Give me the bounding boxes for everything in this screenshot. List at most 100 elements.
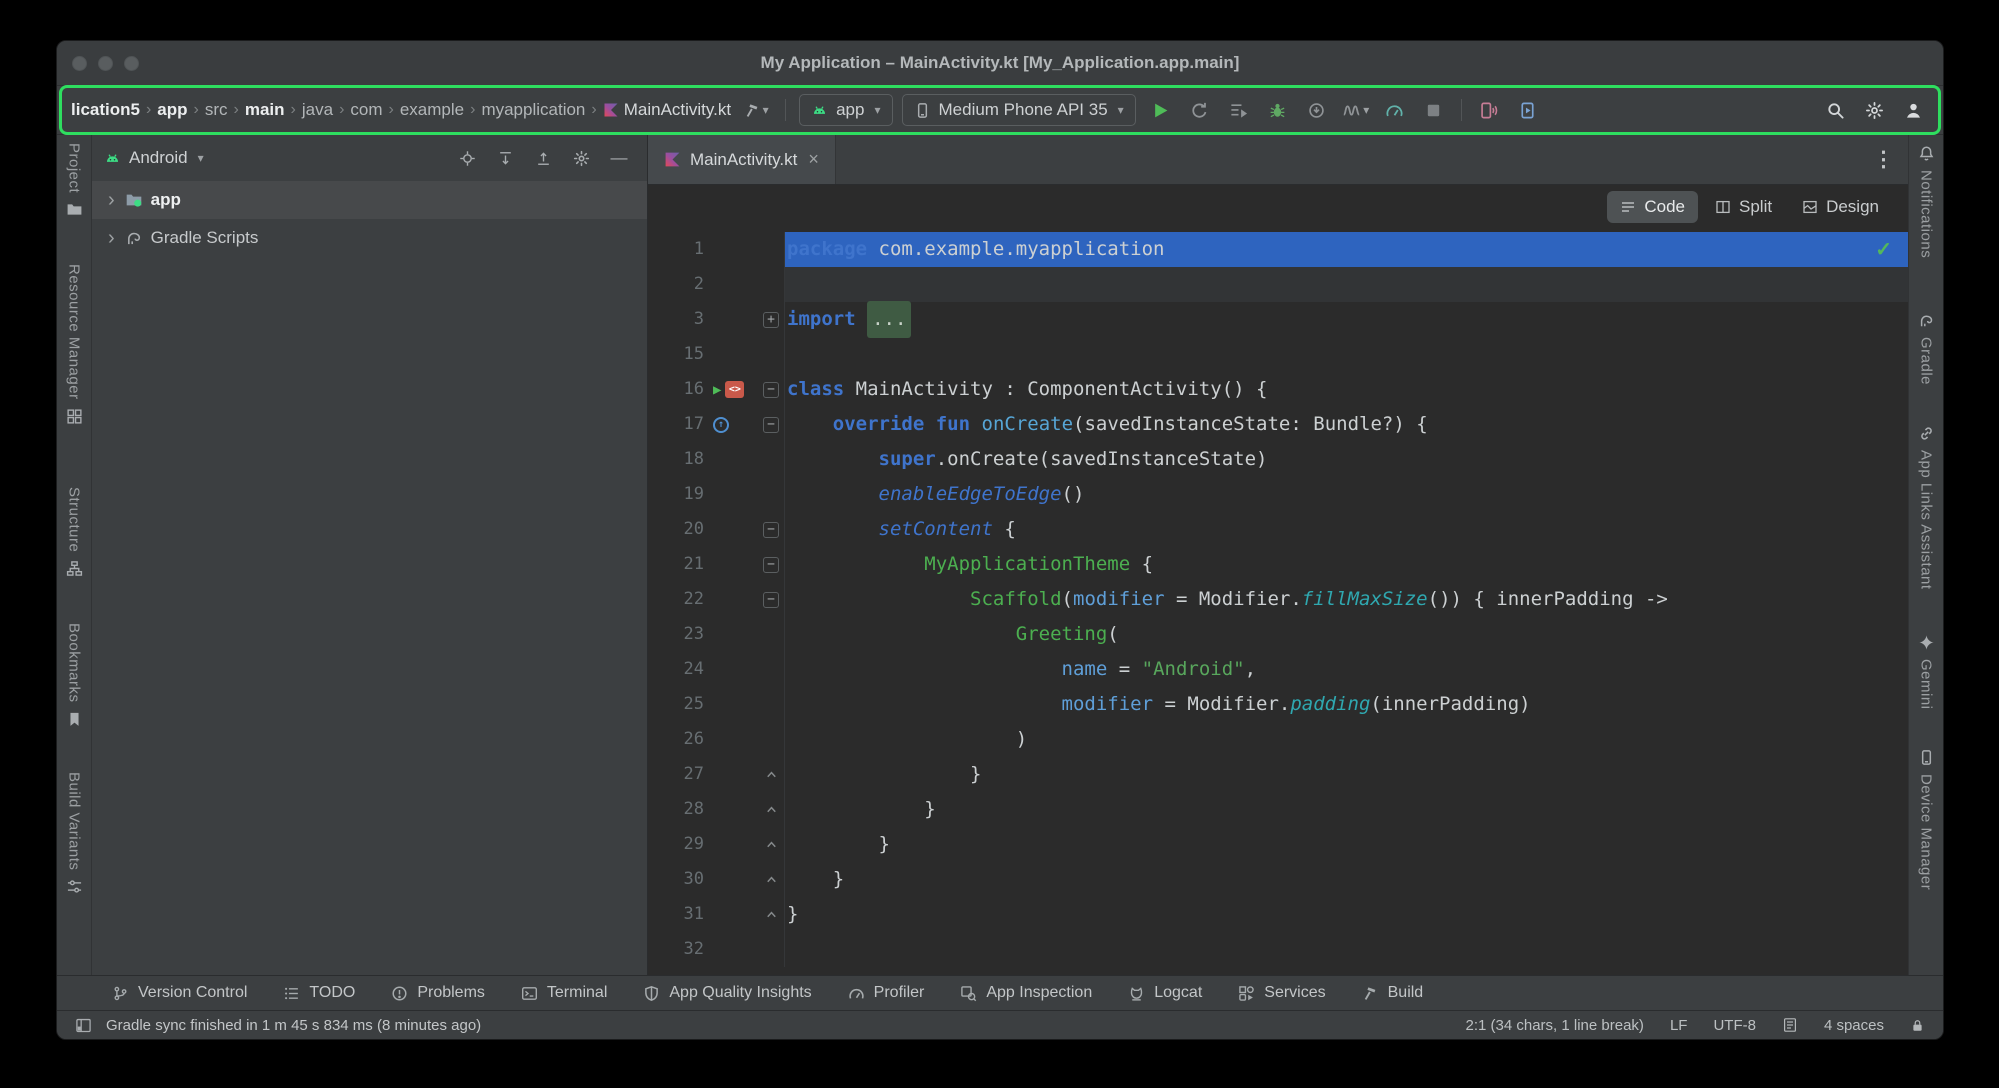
breadcrumb-myapplication[interactable]: myapplication xyxy=(481,100,585,120)
code-line-21[interactable]: 21− MyApplicationTheme { xyxy=(648,547,1908,582)
fold-plus-icon[interactable]: + xyxy=(763,312,779,328)
caret-position-widget[interactable]: 2:1 (34 chars, 1 line break) xyxy=(1466,1017,1644,1034)
fold-minus-icon[interactable]: − xyxy=(763,592,779,608)
breadcrumb-lication5[interactable]: lication5 xyxy=(71,100,140,120)
tool-window-button-problems[interactable]: Problems xyxy=(391,984,485,1002)
fold-marker[interactable]: − xyxy=(758,592,784,608)
minimize-window-button[interactable] xyxy=(98,56,113,71)
code-line-28[interactable]: 28 } xyxy=(648,792,1908,827)
indent-widget[interactable]: 4 spaces xyxy=(1824,1017,1884,1034)
device-selector[interactable]: Medium Phone API 35 ▾ xyxy=(902,94,1136,126)
tool-window-button-project[interactable]: Project xyxy=(66,143,83,218)
fold-marker[interactable] xyxy=(758,802,784,817)
breadcrumb-main[interactable]: main xyxy=(245,100,285,120)
code-line-27[interactable]: 27 } xyxy=(648,757,1908,792)
fold-marker[interactable] xyxy=(758,767,784,782)
debug-button[interactable] xyxy=(1262,94,1294,126)
profiler-button[interactable] xyxy=(1379,94,1411,126)
write-access-widget[interactable] xyxy=(1910,1018,1925,1033)
tree-node-app[interactable]: ›app xyxy=(92,181,647,219)
code-line-16[interactable]: 16▶<>−class MainActivity : ComponentActi… xyxy=(648,372,1908,407)
attach-debugger-button[interactable] xyxy=(1301,94,1333,126)
fold-marker[interactable] xyxy=(758,872,784,887)
tool-window-button-terminal[interactable]: Terminal xyxy=(521,984,607,1002)
code-line-26[interactable]: 26 ) xyxy=(648,722,1908,757)
profile-avatar-button[interactable] xyxy=(1897,94,1929,126)
editor-options-button[interactable]: ⋮ xyxy=(1873,147,1894,172)
project-view-selector[interactable]: Android xyxy=(129,148,188,168)
fold-minus-icon[interactable]: − xyxy=(763,417,779,433)
tool-window-button-app-quality-insights[interactable]: App Quality Insights xyxy=(643,984,811,1002)
code-line-3[interactable]: 3+import ... xyxy=(648,302,1908,337)
tool-window-button-notifications[interactable]: Notifications xyxy=(1918,145,1935,258)
tool-window-button-todo[interactable]: TODO xyxy=(283,984,355,1002)
fold-marker[interactable] xyxy=(758,907,784,922)
tool-window-button-build-variants[interactable]: Build Variants xyxy=(66,772,83,895)
run-button[interactable] xyxy=(1145,94,1177,126)
breadcrumb-com[interactable]: com xyxy=(350,100,382,120)
collapse-all-button[interactable] xyxy=(531,146,555,170)
tool-window-button-structure[interactable]: Structure xyxy=(66,487,83,577)
code-line-31[interactable]: 31} xyxy=(648,897,1908,932)
code-line-20[interactable]: 20− setContent { xyxy=(648,512,1908,547)
code-line-23[interactable]: 23 Greeting( xyxy=(648,617,1908,652)
stop-button[interactable] xyxy=(1418,94,1450,126)
fold-end-icon[interactable] xyxy=(764,837,779,852)
fold-minus-icon[interactable]: − xyxy=(763,382,779,398)
tool-window-button-device-manager[interactable]: Device Manager xyxy=(1918,749,1935,890)
apply-code-changes-button[interactable] xyxy=(1223,94,1255,126)
tab-mainactivity[interactable]: MainActivity.kt × xyxy=(648,135,836,184)
fold-end-icon[interactable] xyxy=(764,767,779,782)
code-line-32[interactable]: 32 xyxy=(648,932,1908,967)
tool-window-button-services[interactable]: Services xyxy=(1238,984,1325,1002)
code-line-1[interactable]: 1package com.example.myapplication xyxy=(648,232,1908,267)
profile-button[interactable]: ▾ xyxy=(1340,94,1372,126)
run-configuration-selector[interactable]: app ▾ xyxy=(799,94,892,126)
view-code-button[interactable]: Code xyxy=(1607,191,1698,223)
inspections-widget[interactable]: ✓ xyxy=(1875,237,1892,262)
locate-file-button[interactable] xyxy=(455,146,479,170)
encoding-widget[interactable]: UTF-8 xyxy=(1713,1017,1756,1034)
view-design-button[interactable]: Design xyxy=(1789,191,1892,223)
tool-window-toggle[interactable] xyxy=(75,1017,92,1034)
tool-window-button-app-inspection[interactable]: App Inspection xyxy=(960,984,1092,1002)
code-line-15[interactable]: 15 xyxy=(648,337,1908,372)
code-line-29[interactable]: 29 } xyxy=(648,827,1908,862)
tool-window-button-build[interactable]: Build xyxy=(1362,984,1424,1002)
expand-all-button[interactable] xyxy=(493,146,517,170)
tool-window-button-logcat[interactable]: Logcat xyxy=(1128,984,1202,1002)
tool-window-button-bookmarks[interactable]: Bookmarks xyxy=(66,623,83,728)
fold-marker[interactable]: − xyxy=(758,417,784,433)
close-tab-button[interactable]: × xyxy=(808,149,819,170)
code-line-17[interactable]: 17↑− override fun onCreate(savedInstance… xyxy=(648,407,1908,442)
fold-marker[interactable]: − xyxy=(758,557,784,573)
code-line-22[interactable]: 22− Scaffold(modifier = Modifier.fillMax… xyxy=(648,582,1908,617)
code-line-30[interactable]: 30 } xyxy=(648,862,1908,897)
breadcrumb-mainactivity-kt[interactable]: MainActivity.kt xyxy=(603,100,731,120)
device-mirror-button[interactable] xyxy=(1512,94,1544,126)
fold-end-icon[interactable] xyxy=(764,907,779,922)
tool-window-button-gemini[interactable]: Gemini xyxy=(1918,634,1935,710)
fold-end-icon[interactable] xyxy=(764,802,779,817)
breadcrumb-src[interactable]: src xyxy=(205,100,228,120)
breadcrumb-example[interactable]: example xyxy=(400,100,464,120)
fold-marker[interactable]: − xyxy=(758,382,784,398)
hide-panel-button[interactable]: — xyxy=(607,146,631,170)
breadcrumb-app[interactable]: app xyxy=(157,100,187,120)
tree-node-gradle-scripts[interactable]: ›Gradle Scripts xyxy=(92,219,647,257)
tool-window-button-version-control[interactable]: Version Control xyxy=(112,984,247,1002)
zoom-window-button[interactable] xyxy=(124,56,139,71)
code-line-19[interactable]: 19 enableEdgeToEdge() xyxy=(648,477,1908,512)
compose-gutter-icon[interactable]: <> xyxy=(725,381,744,398)
code-style-widget[interactable] xyxy=(1782,1017,1798,1033)
code-line-24[interactable]: 24 name = "Android", xyxy=(648,652,1908,687)
apply-changes-button[interactable] xyxy=(1184,94,1216,126)
running-devices-button[interactable] xyxy=(1473,94,1505,126)
fold-marker[interactable]: + xyxy=(758,312,784,328)
search-everywhere-button[interactable] xyxy=(1819,94,1851,126)
panel-options-button[interactable] xyxy=(569,146,593,170)
line-separator-widget[interactable]: LF xyxy=(1670,1017,1688,1034)
build-menu-button[interactable]: ▾ xyxy=(740,94,772,126)
view-split-button[interactable]: Split xyxy=(1702,191,1785,223)
tool-window-button-profiler[interactable]: Profiler xyxy=(848,984,925,1002)
